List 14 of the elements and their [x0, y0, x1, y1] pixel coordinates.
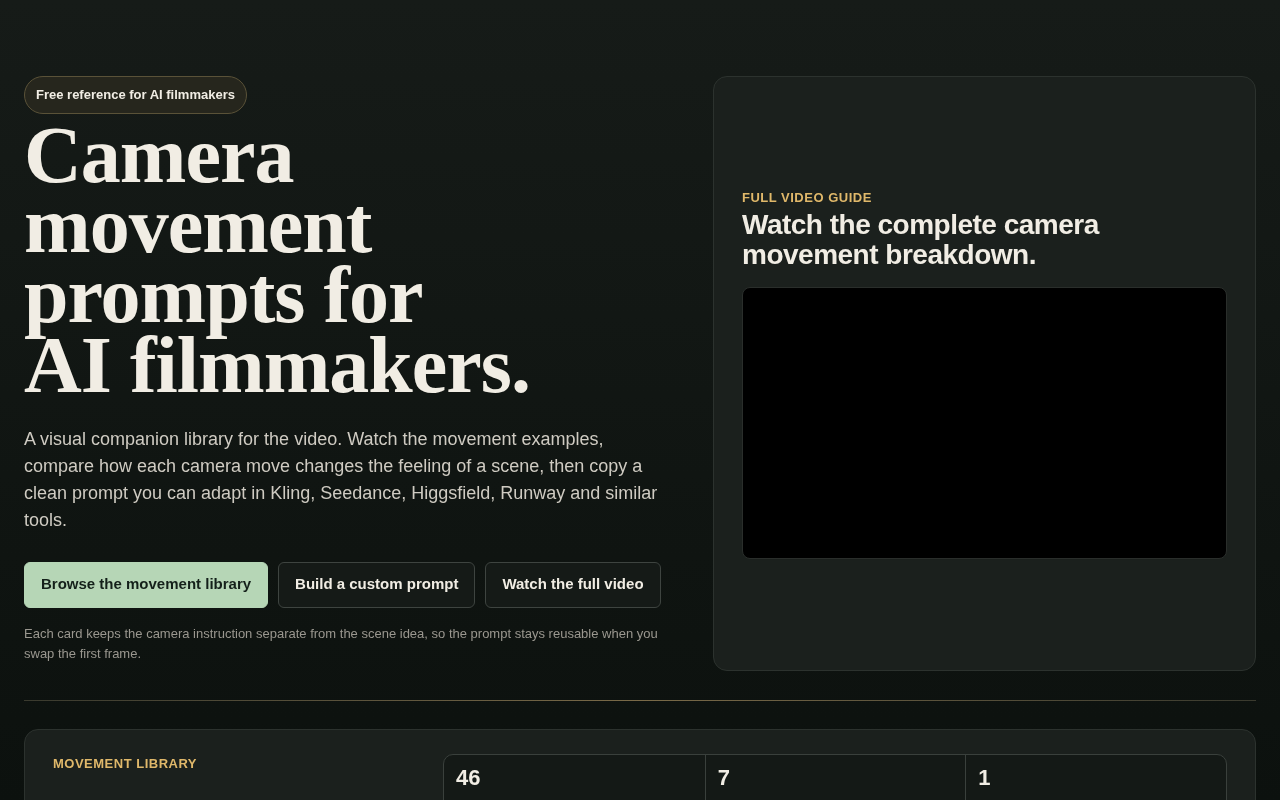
stat-number: 7 — [717, 765, 730, 790]
stat-number: 46 — [456, 765, 481, 790]
secondary-button[interactable]: Watch the full video — [485, 561, 661, 608]
primary-button[interactable]: Browse the movement library — [24, 561, 269, 608]
tagline-badge: Free reference for AI filmmakers — [24, 76, 247, 114]
secondary-button[interactable]: Build a custom prompt — [278, 561, 476, 608]
hero-heading: Camera movement prompts for AI filmmakers. — [24, 119, 530, 400]
section-eyebrow: MOVEMENT LIBRARY — [53, 755, 199, 773]
hero-note: Each card keeps the camera instruction separate from the scene idea, so the prompt stays reusable when you swap the first frame. — [24, 624, 659, 663]
video-player[interactable] — [742, 286, 1227, 559]
stat-number: 1 — [978, 765, 991, 790]
section-eyebrow: FULL VIDEO GUIDE — [742, 189, 873, 208]
hero-description: A visual companion library for the video. Watch the movement examples, compare how each camera move changes the feeling of a scene, then copy a clean prompt you can adapt in Kling, Seedance, Higgsfield, Runway and similar tools. — [24, 427, 659, 532]
video-card-heading: Watch the complete camera movement breakdown. — [742, 209, 1101, 270]
